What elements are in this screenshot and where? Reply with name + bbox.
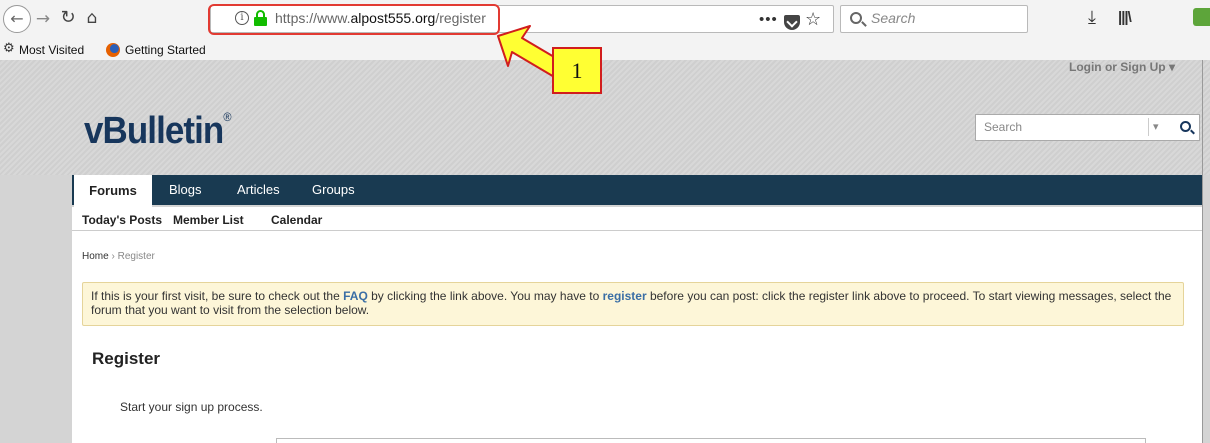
back-arrow-icon[interactable]: ← [3, 5, 31, 33]
page-subtitle: Start your sign up process. [120, 400, 263, 414]
notice-text-2: by clicking the link above. You may have… [367, 289, 603, 303]
subnav: Today's Posts Member List Calendar [72, 207, 1202, 231]
browser-toolbar: ← → ↻ ⌂ i https://www.alpost555.org/regi… [0, 0, 1210, 40]
tab-forums[interactable]: Forums [74, 175, 152, 207]
url-path: /register [435, 10, 486, 26]
search-icon [850, 12, 862, 24]
firefox-icon [106, 43, 120, 57]
page-border [1202, 60, 1203, 443]
login-signup-link[interactable]: Login or Sign Up ▾ [1069, 60, 1175, 74]
reload-icon[interactable]: ↻ [57, 5, 79, 31]
breadcrumb: Home › Register [82, 251, 155, 262]
register-link[interactable]: register [603, 289, 647, 303]
faq-link[interactable]: FAQ [343, 289, 368, 303]
main-content: Today's Posts Member List Calendar Home … [72, 207, 1202, 443]
extension-icon[interactable] [1193, 8, 1210, 26]
site-logo[interactable]: vBulletin® [84, 110, 231, 153]
pocket-icon[interactable] [784, 15, 800, 30]
website: Login or Sign Up ▾ vBulletin® Search ▾ F… [0, 60, 1210, 443]
home-icon[interactable]: ⌂ [80, 5, 104, 31]
signup-form-box [276, 438, 1146, 443]
search-options-dropdown[interactable]: ▾ [1148, 118, 1159, 136]
url-domain: alpost555.org [350, 10, 436, 26]
bookmarks-bar: ⚙ Most Visited Getting Started [0, 40, 1210, 60]
tab-groups[interactable]: Groups [312, 175, 355, 205]
subnav-calendar[interactable]: Calendar [271, 213, 322, 227]
site-header: Login or Sign Up ▾ vBulletin® Search ▾ [0, 60, 1210, 175]
page-title: Register [92, 349, 161, 368]
notice-text-1: If this is your first visit, be sure to … [91, 289, 344, 303]
tab-blogs[interactable]: Blogs [169, 175, 202, 205]
star-icon[interactable]: ☆ [805, 9, 821, 30]
step-callout: 1 [552, 47, 602, 94]
download-icon[interactable]: ⤓ [1088, 7, 1096, 28]
tab-articles[interactable]: Articles [237, 175, 280, 205]
breadcrumb-home[interactable]: Home [82, 251, 109, 262]
url-text[interactable]: https://www.alpost555.org/register [275, 10, 486, 26]
search-placeholder: Search [871, 10, 916, 26]
breadcrumb-current: Register [117, 251, 155, 262]
search-icon[interactable] [1180, 121, 1191, 132]
subnav-todays-posts[interactable]: Today's Posts [82, 213, 162, 227]
browser-search-input[interactable]: Search [840, 5, 1028, 33]
breadcrumb-separator: › [111, 251, 115, 262]
site-search-input[interactable]: Search ▾ [975, 114, 1200, 141]
url-prefix: https://www. [275, 10, 351, 26]
lock-icon[interactable] [254, 10, 267, 26]
site-nav: Forums Blogs Articles Groups [72, 175, 1202, 207]
logo-mark: ® [223, 110, 231, 124]
forward-arrow-icon[interactable]: → [32, 7, 54, 31]
library-icon[interactable]: |||\ [1118, 9, 1132, 26]
gear-icon: ⚙ [3, 41, 15, 56]
logo-text: vBulletin [84, 110, 224, 152]
info-icon[interactable]: i [235, 11, 249, 25]
welcome-notice: If this is your first visit, be sure to … [82, 282, 1184, 326]
bookmark-most-visited[interactable]: Most Visited [19, 43, 84, 57]
more-icon[interactable]: ••• [759, 11, 778, 28]
subnav-member-list[interactable]: Member List [173, 213, 244, 227]
bookmark-getting-started[interactable]: Getting Started [125, 43, 206, 57]
site-search-placeholder: Search [984, 120, 1023, 134]
